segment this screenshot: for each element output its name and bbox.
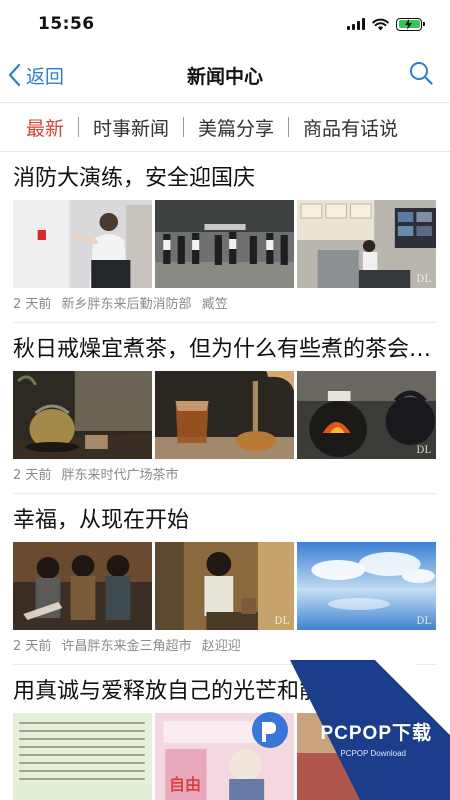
news-source: 胖东来时代广场茶市 — [61, 468, 179, 483]
news-time: 2 天前 — [13, 468, 52, 483]
news-thumbnail[interactable]: DL — [155, 542, 294, 630]
category-tabs: 最新 时事新闻 美篇分享 商品有话说 — [0, 102, 450, 152]
back-button[interactable]: 返回 — [6, 62, 64, 89]
tab-product-talk[interactable]: 商品有话说 — [303, 114, 398, 141]
news-time: 2 天前 — [13, 639, 52, 654]
wifi-icon — [372, 18, 389, 30]
tab-article-share[interactable]: 美篇分享 — [198, 114, 274, 141]
search-button[interactable] — [408, 60, 434, 90]
thumbnail-watermark: DL — [416, 274, 431, 285]
news-time: 2 天前 — [13, 297, 52, 312]
news-thumbnail[interactable] — [13, 542, 152, 630]
status-icons — [347, 17, 425, 31]
news-title[interactable]: 用真诚与爱释放自己的光芒和能量 — [13, 675, 436, 709]
battery-icon — [396, 17, 425, 31]
news-thumbnail[interactable] — [297, 713, 436, 800]
thumbnail-watermark: DL — [416, 616, 431, 627]
news-thumbnail[interactable] — [155, 200, 294, 288]
chevron-left-icon — [8, 63, 21, 87]
status-bar: 15:56 — [0, 0, 450, 48]
news-thumbnail[interactable] — [13, 200, 152, 288]
news-title[interactable]: 幸福，从现在开始 — [13, 504, 436, 538]
news-thumbnail[interactable]: 自由 — [155, 713, 294, 800]
tab-latest[interactable]: 最新 — [26, 114, 64, 141]
news-thumbnails: 自由 — [13, 713, 436, 800]
news-meta: 2 天前 许昌胖东来金三角超市 赵迎迎 — [13, 630, 436, 664]
thumbnail-watermark: DL — [416, 445, 431, 456]
news-meta: 2 天前 胖东来时代广场茶市 — [13, 459, 436, 493]
tab-divider — [78, 117, 80, 137]
news-meta: 2 天前 新乡胖东来后勤消防部 臧笠 — [13, 288, 436, 322]
tab-current-news[interactable]: 时事新闻 — [93, 114, 169, 141]
news-thumbnail[interactable]: DL — [297, 542, 436, 630]
news-item[interactable]: 用真诚与爱释放自己的光芒和能量 自由 — [13, 664, 437, 800]
cellular-signal-icon — [347, 18, 365, 30]
news-thumbnails: DL — [13, 200, 436, 288]
news-thumbnail[interactable] — [155, 371, 294, 459]
news-title[interactable]: 消防大演练，安全迎国庆 — [13, 162, 436, 196]
back-label: 返回 — [26, 65, 65, 88]
news-thumbnail[interactable]: DL — [297, 371, 436, 459]
news-item[interactable]: 幸福，从现在开始 DL DL 2 天前 许昌胖东来金三角超市 赵迎迎 — [13, 493, 437, 664]
thumbnail-watermark: DL — [274, 616, 289, 627]
page-title: 新闻中心 — [186, 65, 263, 88]
nav-bar: 返回 新闻中心 — [0, 48, 450, 102]
search-icon — [410, 62, 433, 85]
news-thumbnail[interactable]: DL — [297, 200, 436, 288]
news-source: 许昌胖东来金三角超市 — [61, 639, 192, 654]
news-feed[interactable]: 消防大演练，安全迎国庆 DL 2 天前 新乡胖东来后勤消防部 臧笠 秋日戒燥宜煮… — [0, 152, 450, 800]
tab-divider — [183, 117, 185, 137]
news-thumbnails: DL — [13, 542, 436, 630]
news-author: 臧笠 — [201, 297, 228, 312]
poster-caption: 自由 — [169, 775, 202, 794]
status-time: 15:56 — [38, 14, 95, 34]
news-item[interactable]: 秋日戒燥宜煮茶，但为什么有些煮的茶会更好喝 DL 2 天前 胖东来时代广场茶市 — [13, 322, 437, 493]
news-thumbnails: DL — [13, 371, 436, 459]
tab-divider — [288, 117, 290, 137]
news-author: 赵迎迎 — [201, 639, 241, 654]
news-title[interactable]: 秋日戒燥宜煮茶，但为什么有些煮的茶会更好喝 — [13, 333, 436, 367]
news-thumbnail[interactable] — [13, 371, 152, 459]
news-item[interactable]: 消防大演练，安全迎国庆 DL 2 天前 新乡胖东来后勤消防部 臧笠 — [0, 152, 450, 322]
news-thumbnail[interactable] — [13, 713, 152, 800]
news-source: 新乡胖东来后勤消防部 — [61, 297, 192, 312]
